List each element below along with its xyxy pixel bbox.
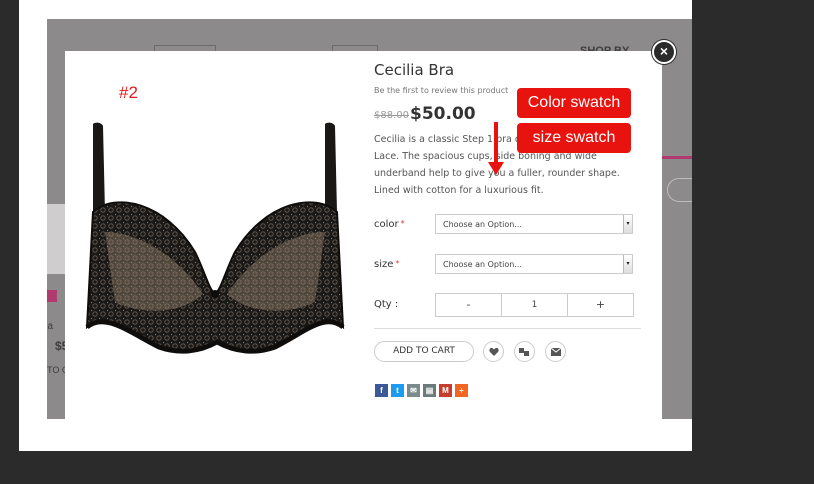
size-option-label: size * <box>374 259 399 270</box>
compare-button[interactable] <box>514 341 535 362</box>
more-icon[interactable]: + <box>455 384 468 397</box>
current-price: $50.00 <box>410 104 476 124</box>
color-select-value: Choose an Option... <box>443 220 522 229</box>
close-modal-button[interactable]: × <box>652 40 676 64</box>
ghost-button <box>667 178 692 202</box>
product-image <box>85 122 345 354</box>
print-icon[interactable]: ▤ <box>423 384 436 397</box>
facebook-icon[interactable]: f <box>375 384 388 397</box>
add-to-cart-button[interactable]: ADD TO CART <box>374 341 474 362</box>
size-select-value: Choose an Option... <box>443 260 522 269</box>
color-label-text: color <box>374 219 399 230</box>
required-mark: * <box>395 259 400 268</box>
color-option-label: color * <box>374 219 405 230</box>
wishlist-button[interactable] <box>483 341 504 362</box>
product-title: Cecilia Bra <box>374 61 455 79</box>
product-image-panel: #2 <box>75 62 355 421</box>
qty-label: Qty : <box>374 299 399 310</box>
qty-decrease-button[interactable]: - <box>436 294 501 316</box>
ghost-badge <box>47 290 57 302</box>
compare-icon <box>519 348 529 356</box>
old-price: $88.00 <box>374 110 409 121</box>
review-link[interactable]: Be the first to review this product <box>374 86 508 95</box>
close-icon: × <box>659 43 669 59</box>
ghost-bar <box>662 156 692 159</box>
size-swatch-callout: size swatch <box>517 123 631 153</box>
email-icon <box>550 347 561 356</box>
gmail-icon[interactable]: M <box>439 384 452 397</box>
email-icon[interactable]: ✉ <box>407 384 420 397</box>
color-swatch-callout: Color swatch <box>517 88 631 118</box>
size-select[interactable]: Choose an Option... ▾ <box>435 254 633 274</box>
required-mark: * <box>400 219 405 228</box>
dropdown-arrow-icon: ▾ <box>623 255 632 273</box>
ghost-product-image <box>47 204 67 274</box>
ghost-product-name: lia <box>47 321 54 332</box>
size-label-text: size <box>374 259 394 270</box>
heart-icon <box>488 347 499 356</box>
color-select[interactable]: Choose an Option... ▾ <box>435 214 633 234</box>
email-friend-button[interactable] <box>545 341 566 362</box>
twitter-icon[interactable]: t <box>391 384 404 397</box>
annotation-arrow <box>494 122 498 164</box>
annotation-arrow-head <box>488 162 504 175</box>
divider <box>374 328 641 329</box>
qty-input[interactable]: 1 <box>501 294 568 316</box>
dropdown-arrow-icon: ▾ <box>623 215 632 233</box>
qty-increase-button[interactable]: + <box>568 294 633 316</box>
quantity-stepper: - 1 + <box>435 293 634 317</box>
